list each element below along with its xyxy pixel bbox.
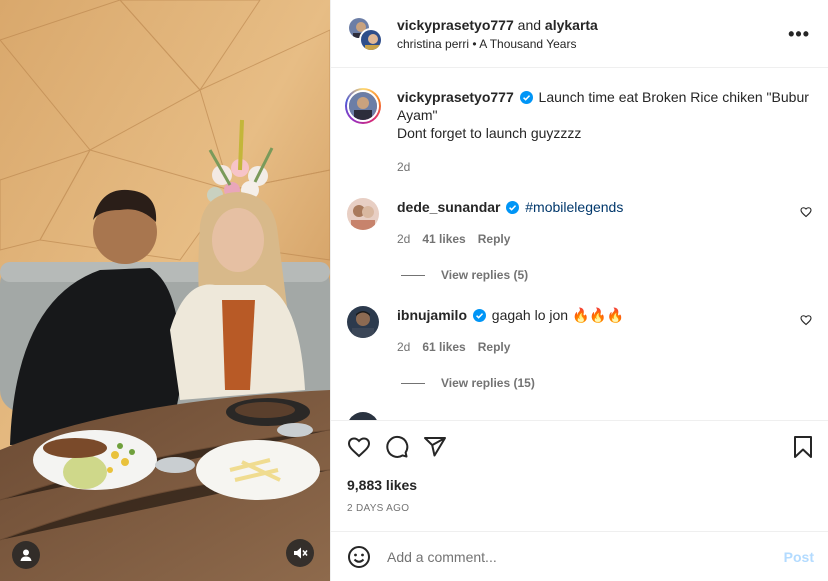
header-users: vickyprasetyo777 and alykarta <box>397 17 598 33</box>
username-link[interactable]: vickyprasetyo777 <box>397 17 514 33</box>
muted-speaker-icon <box>294 547 308 559</box>
more-options-button[interactable]: ••• <box>788 24 810 45</box>
avatar <box>359 27 383 52</box>
avatar[interactable] <box>347 198 379 230</box>
view-replies-button[interactable]: View replies (5) <box>401 268 812 282</box>
comment-text: gagah lo jon 🔥🔥🔥 <box>487 307 625 323</box>
caption-body: vickyprasetyo777 Launch time eat Broken … <box>397 88 812 176</box>
comment-row-partial <box>347 412 812 420</box>
comment-meta: 2d 61 likes Reply <box>397 338 812 356</box>
joiner-text: and <box>513 16 545 33</box>
tagged-users-button[interactable] <box>12 541 40 569</box>
likes-count[interactable]: 9,883 likes <box>347 477 812 493</box>
username-link[interactable]: dede_sunandar <box>397 199 500 215</box>
verified-badge-icon <box>472 309 486 322</box>
caption-time: 2d <box>397 160 411 174</box>
emoji-icon[interactable] <box>347 545 371 569</box>
view-replies-button[interactable]: View replies (15) <box>401 376 812 390</box>
comment-row: ibnujamilo gagah lo jon 🔥🔥🔥 2d 61 likes … <box>347 306 812 356</box>
post-comment-button[interactable]: Post <box>784 549 814 565</box>
caption-text-line2: Dont forget to launch guyzzzz <box>397 125 582 141</box>
post-header: vickyprasetyo777 and alykarta christina … <box>331 0 828 68</box>
music-artist: christina perri <box>397 36 470 51</box>
header-text: vickyprasetyo777 and alykarta christina … <box>397 17 598 51</box>
reply-button[interactable]: Reply <box>478 230 511 248</box>
comments-list[interactable]: vickyprasetyo777 Launch time eat Broken … <box>331 68 828 420</box>
comment-body: dede_sunandar #mobilelegends 2d 41 likes… <box>397 198 812 248</box>
mute-toggle-button[interactable] <box>286 539 314 567</box>
verified-badge-icon <box>519 91 533 104</box>
post-media[interactable] <box>0 0 330 581</box>
divider <box>401 382 425 384</box>
post-date[interactable]: 2 DAYS AGO <box>347 503 812 514</box>
share-icon[interactable] <box>423 435 447 459</box>
view-replies-label: View replies (15) <box>441 376 535 390</box>
username-link[interactable]: alykarta <box>545 17 598 33</box>
caption-meta: 2d <box>397 158 812 176</box>
username-link[interactable]: vickyprasetyo777 <box>397 89 514 105</box>
comment-body: ibnujamilo gagah lo jon 🔥🔥🔥 2d 61 likes … <box>397 306 812 356</box>
caption-row: vickyprasetyo777 Launch time eat Broken … <box>345 88 812 176</box>
post-side-panel: vickyprasetyo777 and alykarta christina … <box>330 0 828 581</box>
comment-meta: 2d 41 likes Reply <box>397 230 812 248</box>
avatar[interactable] <box>345 88 381 124</box>
view-replies-label: View replies (5) <box>441 268 529 282</box>
verified-badge-icon <box>506 201 520 214</box>
heart-icon[interactable] <box>347 435 371 459</box>
hashtag-link[interactable]: #mobilelegends <box>525 199 623 215</box>
music-title: A Thousand Years <box>479 36 577 51</box>
comment-time: 2d <box>397 232 411 246</box>
collab-avatars[interactable] <box>347 15 383 52</box>
avatar[interactable] <box>347 306 379 338</box>
username-link[interactable]: ibnujamilo <box>397 307 467 323</box>
divider <box>401 274 425 276</box>
bookmark-icon[interactable] <box>792 435 814 459</box>
comment-time: 2d <box>397 340 411 354</box>
post-actions: 9,883 likes 2 DAYS AGO <box>331 420 828 531</box>
like-comment-heart-icon[interactable] <box>800 314 812 326</box>
instagram-post-view: vickyprasetyo777 and alykarta christina … <box>0 0 828 581</box>
comment-row: dede_sunandar #mobilelegends 2d 41 likes… <box>347 198 812 248</box>
comment-likes[interactable]: 61 likes <box>422 338 465 356</box>
reply-button[interactable]: Reply <box>478 338 511 356</box>
action-bar <box>347 421 812 473</box>
audio-attribution[interactable]: christina perri • A Thousand Years <box>397 37 598 51</box>
avatar[interactable] <box>347 412 379 420</box>
comment-input[interactable] <box>387 548 784 565</box>
music-separator: • <box>469 36 480 51</box>
comment-icon[interactable] <box>385 435 409 459</box>
user-tag-icon <box>20 549 32 561</box>
post-photo <box>0 0 330 581</box>
add-comment-bar: Post <box>331 531 828 581</box>
comment-likes[interactable]: 41 likes <box>422 230 465 248</box>
like-comment-heart-icon[interactable] <box>800 206 812 218</box>
